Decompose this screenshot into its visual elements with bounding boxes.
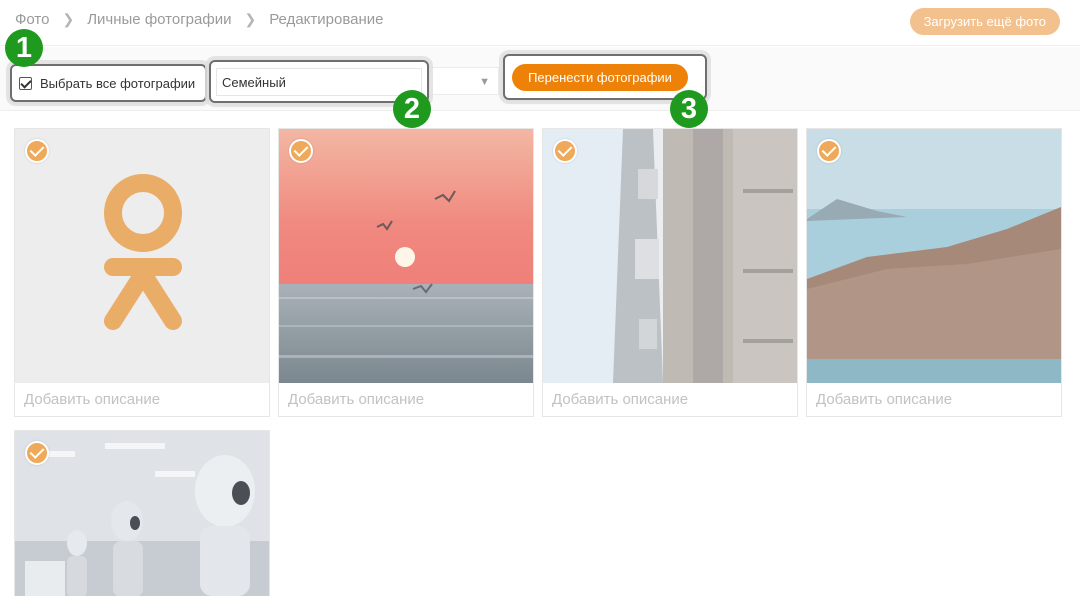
photo-thumbnail[interactable]: [279, 129, 533, 383]
top-bar: Фото ❯ Личные фотографии ❯ Редактировани…: [0, 0, 1080, 46]
photo-thumbnail[interactable]: [15, 431, 269, 596]
album-select[interactable]: Семейный: [216, 68, 422, 96]
description-field[interactable]: Добавить описание: [543, 383, 797, 416]
robots-photo-image: [15, 431, 269, 596]
ok-logo-icon: [15, 129, 269, 383]
callout-badge-2: 2: [393, 90, 431, 128]
breadcrumb-personal-photos[interactable]: Личные фотографии: [87, 11, 231, 28]
select-all-control[interactable]: Выбрать все фотографии: [10, 64, 207, 102]
chevron-right-icon: ❯: [62, 11, 75, 27]
breadcrumb: Фото ❯ Личные фотографии ❯ Редактировани…: [15, 11, 383, 28]
dropdown-arrow-icon[interactable]: ▼: [479, 76, 490, 88]
breadcrumb-editing: Редактирование: [269, 11, 384, 28]
photo-thumbnail[interactable]: [543, 129, 797, 383]
move-photos-button[interactable]: Перенести фотографии: [512, 64, 688, 91]
select-all-checkbox[interactable]: [19, 76, 32, 90]
selected-check-icon[interactable]: [25, 139, 49, 163]
select-all-label[interactable]: Выбрать все фотографии: [40, 76, 195, 91]
selected-check-icon[interactable]: [553, 139, 577, 163]
sunset-photo-image: [279, 129, 533, 383]
photo-card[interactable]: Добавить описание: [806, 128, 1062, 417]
selected-check-icon[interactable]: [25, 441, 49, 465]
photo-card[interactable]: Добавить описание: [278, 128, 534, 417]
photo-card[interactable]: Добавить описание: [14, 128, 270, 417]
photo-thumbnail[interactable]: [807, 129, 1061, 383]
photo-fade-overlay: [543, 129, 797, 383]
photo-card[interactable]: [14, 430, 270, 596]
description-field[interactable]: Добавить описание: [807, 383, 1061, 416]
sea-cliffs-photo-image: [807, 129, 1061, 383]
description-field[interactable]: Добавить описание: [279, 383, 533, 416]
selected-check-icon[interactable]: [289, 139, 313, 163]
edit-toolbar: Выбрать все фотографии ▼ Семейный Перене…: [0, 47, 1080, 111]
chevron-right-icon: ❯: [244, 11, 257, 27]
album-select-extension[interactable]: ▼: [429, 67, 499, 95]
selected-check-icon[interactable]: [817, 139, 841, 163]
callout-badge-3: 3: [670, 90, 708, 128]
callout-badge-1: 1: [5, 29, 43, 67]
description-field[interactable]: Добавить описание: [15, 383, 269, 416]
upload-more-button[interactable]: Загрузить ещё фото: [909, 8, 1060, 35]
breadcrumb-photo[interactable]: Фото: [15, 11, 49, 28]
photo-thumbnail[interactable]: [15, 129, 269, 383]
photo-card[interactable]: Добавить описание: [542, 128, 798, 417]
